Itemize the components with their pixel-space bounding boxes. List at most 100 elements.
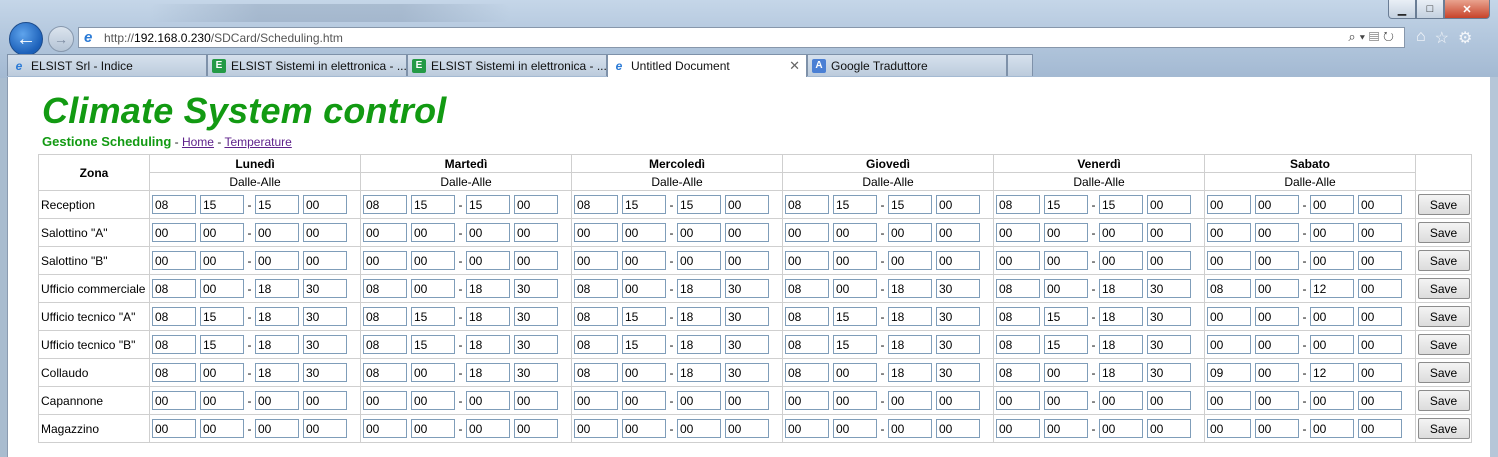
end-hour-input[interactable]: [255, 307, 299, 326]
start-hour-input[interactable]: [363, 223, 407, 242]
tab-google-traduttore[interactable]: A Google Traduttore: [807, 54, 1007, 76]
start-hour-input[interactable]: [574, 335, 618, 354]
start-hour-input[interactable]: [1207, 279, 1251, 298]
start-hour-input[interactable]: [1207, 419, 1251, 438]
start-minute-input[interactable]: [200, 251, 244, 270]
start-minute-input[interactable]: [1255, 307, 1299, 326]
end-minute-input[interactable]: [514, 195, 558, 214]
home-icon[interactable]: ⌂: [1416, 28, 1426, 48]
save-button[interactable]: Save: [1417, 222, 1470, 243]
gear-icon[interactable]: ⚙: [1458, 28, 1472, 48]
start-minute-input[interactable]: [622, 307, 666, 326]
end-minute-input[interactable]: [725, 251, 769, 270]
tab-untitled-document[interactable]: e Untitled Document ✕: [607, 54, 807, 77]
start-minute-input[interactable]: [1255, 279, 1299, 298]
end-hour-input[interactable]: [255, 251, 299, 270]
end-hour-input[interactable]: [1099, 419, 1143, 438]
start-hour-input[interactable]: [363, 251, 407, 270]
start-minute-input[interactable]: [833, 335, 877, 354]
start-minute-input[interactable]: [200, 335, 244, 354]
start-hour-input[interactable]: [152, 251, 196, 270]
start-hour-input[interactable]: [152, 195, 196, 214]
end-hour-input[interactable]: [255, 279, 299, 298]
end-minute-input[interactable]: [725, 335, 769, 354]
end-hour-input[interactable]: [1099, 195, 1143, 214]
end-minute-input[interactable]: [1358, 363, 1402, 382]
start-hour-input[interactable]: [785, 251, 829, 270]
start-hour-input[interactable]: [785, 223, 829, 242]
save-button[interactable]: Save: [1417, 334, 1470, 355]
start-minute-input[interactable]: [622, 195, 666, 214]
end-minute-input[interactable]: [1358, 419, 1402, 438]
end-minute-input[interactable]: [1358, 307, 1402, 326]
end-hour-input[interactable]: [255, 223, 299, 242]
end-minute-input[interactable]: [514, 279, 558, 298]
start-hour-input[interactable]: [363, 419, 407, 438]
end-hour-input[interactable]: [888, 391, 932, 410]
end-minute-input[interactable]: [303, 279, 347, 298]
end-hour-input[interactable]: [1099, 391, 1143, 410]
start-minute-input[interactable]: [411, 279, 455, 298]
start-hour-input[interactable]: [1207, 223, 1251, 242]
end-hour-input[interactable]: [1310, 363, 1354, 382]
end-hour-input[interactable]: [1310, 335, 1354, 354]
end-minute-input[interactable]: [1358, 391, 1402, 410]
end-hour-input[interactable]: [1099, 251, 1143, 270]
end-hour-input[interactable]: [466, 279, 510, 298]
start-hour-input[interactable]: [363, 335, 407, 354]
start-minute-input[interactable]: [622, 419, 666, 438]
start-minute-input[interactable]: [1255, 195, 1299, 214]
end-hour-input[interactable]: [255, 195, 299, 214]
maximize-button[interactable]: □: [1416, 0, 1444, 19]
start-minute-input[interactable]: [833, 195, 877, 214]
end-hour-input[interactable]: [888, 335, 932, 354]
tab-elsist-2[interactable]: E ELSIST Sistemi in elettronica - ...: [407, 54, 607, 76]
end-minute-input[interactable]: [725, 195, 769, 214]
start-minute-input[interactable]: [1255, 223, 1299, 242]
start-hour-input[interactable]: [996, 251, 1040, 270]
end-minute-input[interactable]: [514, 307, 558, 326]
start-minute-input[interactable]: [200, 223, 244, 242]
start-hour-input[interactable]: [785, 279, 829, 298]
url-text[interactable]: http://192.168.0.230/SDCard/Scheduling.h…: [104, 31, 343, 45]
end-minute-input[interactable]: [1147, 335, 1191, 354]
start-minute-input[interactable]: [1255, 335, 1299, 354]
start-minute-input[interactable]: [1044, 419, 1088, 438]
address-bar[interactable]: e http://192.168.0.230/SDCard/Scheduling…: [78, 27, 1405, 48]
end-minute-input[interactable]: [303, 335, 347, 354]
start-hour-input[interactable]: [574, 195, 618, 214]
end-minute-input[interactable]: [725, 307, 769, 326]
start-hour-input[interactable]: [574, 307, 618, 326]
end-hour-input[interactable]: [255, 363, 299, 382]
start-hour-input[interactable]: [996, 391, 1040, 410]
end-minute-input[interactable]: [936, 335, 980, 354]
start-minute-input[interactable]: [833, 391, 877, 410]
start-hour-input[interactable]: [574, 223, 618, 242]
end-minute-input[interactable]: [1147, 223, 1191, 242]
end-hour-input[interactable]: [677, 251, 721, 270]
end-hour-input[interactable]: [677, 363, 721, 382]
end-minute-input[interactable]: [1147, 391, 1191, 410]
start-minute-input[interactable]: [200, 195, 244, 214]
dropdown-icon[interactable]: ▾: [1360, 29, 1369, 44]
end-minute-input[interactable]: [1358, 251, 1402, 270]
back-button[interactable]: ←: [9, 22, 43, 56]
start-hour-input[interactable]: [574, 391, 618, 410]
close-window-button[interactable]: ✕: [1444, 0, 1490, 19]
end-minute-input[interactable]: [1358, 335, 1402, 354]
end-minute-input[interactable]: [303, 251, 347, 270]
end-minute-input[interactable]: [1147, 419, 1191, 438]
start-minute-input[interactable]: [833, 419, 877, 438]
start-minute-input[interactable]: [411, 307, 455, 326]
end-minute-input[interactable]: [725, 279, 769, 298]
start-hour-input[interactable]: [1207, 307, 1251, 326]
start-minute-input[interactable]: [411, 391, 455, 410]
start-minute-input[interactable]: [622, 335, 666, 354]
start-minute-input[interactable]: [1044, 251, 1088, 270]
save-button[interactable]: Save: [1417, 306, 1470, 327]
start-hour-input[interactable]: [152, 391, 196, 410]
start-minute-input[interactable]: [200, 363, 244, 382]
start-minute-input[interactable]: [1044, 223, 1088, 242]
end-hour-input[interactable]: [888, 307, 932, 326]
start-minute-input[interactable]: [833, 223, 877, 242]
